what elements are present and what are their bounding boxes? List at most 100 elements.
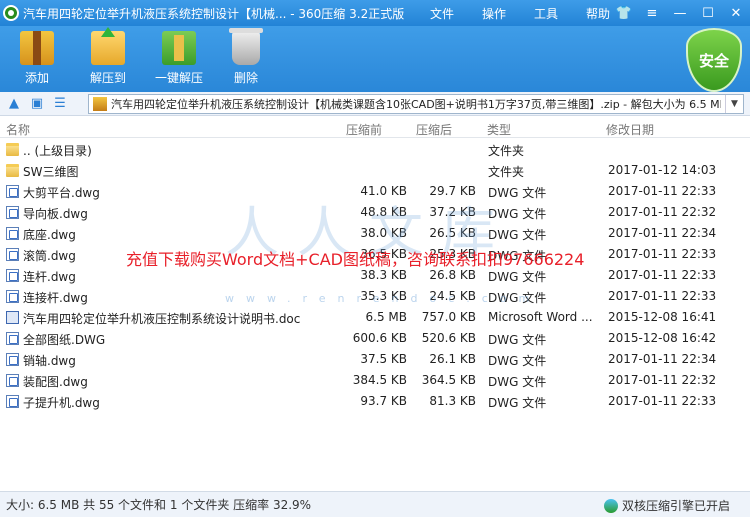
maximize-icon[interactable]: ☐ [694, 6, 722, 21]
path-field[interactable]: 汽车用四轮定位举升机液压系统控制设计【机械类课题含10张CAD图+说明书1万字3… [88, 94, 744, 114]
file-name: .. (上级目录) [23, 144, 92, 158]
extract-icon [91, 27, 125, 65]
file-name: 子提升机.dwg [23, 396, 100, 410]
file-row[interactable]: 装配图.dwg 384.5 KB 364.5 KB DWG 文件 2017-01-11 … [0, 370, 750, 391]
title-bar: 汽车用四轮定位举升机液压系统控制设计【机械... - 360压缩 3.2正式版 … [0, 0, 750, 26]
dwg-file-icon [6, 395, 19, 408]
dwg-file-icon [6, 248, 19, 261]
add-button[interactable]: 添加 [20, 31, 54, 86]
security-shield-icon[interactable]: 安全 [686, 28, 742, 92]
file-row[interactable]: 全部图纸.DWG 600.6 KB 520.6 KB DWG 文件 2015-12-08… [0, 328, 750, 349]
thumbnail-view-icon[interactable]: ▣ [28, 95, 46, 113]
column-size[interactable]: 压缩前 [346, 121, 382, 138]
extract-button[interactable]: 解压到 [90, 27, 127, 86]
file-name: 大剪平台.dwg [23, 186, 100, 200]
menu-file[interactable]: 文件 [430, 5, 454, 22]
dwg-file-icon [6, 353, 19, 366]
file-date: 2017-01-11 22:33 [608, 394, 717, 408]
watermark-url: www.renrendoc.com [225, 292, 542, 305]
engine-icon [603, 498, 618, 513]
file-name: 导向板.dwg [23, 207, 88, 221]
add-icon [20, 31, 54, 65]
menu-operate[interactable]: 操作 [482, 5, 506, 22]
file-date: 2017-01-11 22:32 [608, 373, 717, 387]
folder-icon [6, 143, 19, 156]
file-row[interactable]: .. (上级目录) 文件夹 [0, 139, 750, 160]
file-type: 文件夹 [488, 165, 525, 179]
file-name: 底座.dwg [23, 228, 76, 242]
file-compressed-size: 364.5 KB [421, 373, 476, 387]
file-row[interactable]: SW三维图 文件夹 2017-01-12 14:03 [0, 160, 750, 181]
skin-icon[interactable]: 👕 [610, 6, 638, 21]
security-label: 安全 [698, 51, 729, 70]
toolbar: 添加 解压到 一键解压 删除 安全 [0, 26, 750, 92]
up-arrow-icon[interactable]: ▲ [5, 95, 23, 113]
dwg-file-icon [6, 290, 19, 303]
address-bar: ▲ ▣ ☰ 汽车用四轮定位举升机液压系统控制设计【机械类课题含10张CAD图+说… [0, 92, 750, 116]
extract-label: 解压到 [90, 71, 127, 85]
menu-bar: 文件 操作 工具 帮助 [430, 5, 638, 22]
file-date: 2017-01-11 22:34 [608, 352, 717, 366]
minimize-icon[interactable]: — [666, 6, 694, 21]
engine-label: 双核压缩引擎已开启 [621, 499, 730, 513]
path-text: 汽车用四轮定位举升机液压系统控制设计【机械类课题含10张CAD图+说明书1万字3… [111, 98, 721, 111]
delete-button[interactable]: 删除 [229, 28, 263, 86]
file-date: 2017-01-11 22:33 [608, 289, 717, 303]
file-row[interactable]: 汽车用四轮定位举升机液压控制系统设计说明书.doc 6.5 MB 757.0 KB M… [0, 307, 750, 328]
app-logo-icon [3, 5, 19, 21]
dwg-file-icon [6, 269, 19, 282]
file-row[interactable]: 子提升机.dwg 93.7 KB 81.3 KB DWG 文件 2017-01-11 2… [0, 391, 750, 412]
file-type: DWG 文件 [488, 333, 547, 347]
delete-label: 删除 [233, 71, 258, 85]
column-modified[interactable]: 修改日期 [606, 121, 654, 138]
file-name: 装配图.dwg [23, 375, 88, 389]
file-name: 连杆.dwg [23, 270, 76, 284]
file-date: 2017-01-11 22:33 [608, 268, 717, 282]
file-compressed-size: 520.6 KB [421, 331, 476, 345]
file-date: 2017-01-11 22:32 [608, 205, 717, 219]
file-size: 600.6 KB [352, 331, 407, 345]
file-type: Microsoft Word ... [488, 310, 593, 324]
dwg-file-icon [6, 185, 19, 198]
file-size: 6.5 MB [365, 310, 407, 324]
trash-icon [229, 28, 263, 65]
file-size: 37.5 KB [360, 352, 407, 366]
column-compressed[interactable]: 压缩后 [416, 121, 452, 138]
file-row[interactable]: 销轴.dwg 37.5 KB 26.1 KB DWG 文件 2017-01-11 22:… [0, 349, 750, 370]
column-type[interactable]: 类型 [487, 121, 511, 138]
file-name: 连接杆.dwg [23, 291, 88, 305]
list-view-icon[interactable]: ☰ [51, 95, 69, 113]
folder-icon [6, 164, 19, 177]
file-name: 汽车用四轮定位举升机液压控制系统设计说明书.doc [23, 312, 301, 326]
menu-icon[interactable]: ≡ [638, 6, 666, 21]
dwg-file-icon [6, 206, 19, 219]
menu-help[interactable]: 帮助 [586, 5, 610, 22]
file-name: 销轴.dwg [23, 354, 76, 368]
file-type: DWG 文件 [488, 396, 547, 410]
archive-icon [93, 97, 107, 111]
watermark: 人人文库 www.renrendoc.com [225, 188, 529, 305]
one-click-extract-icon [162, 31, 196, 65]
file-type: DWG 文件 [488, 354, 547, 368]
file-size: 93.7 KB [360, 394, 407, 408]
file-compressed-size: 81.3 KB [429, 394, 476, 408]
chevron-down-icon[interactable]: ▼ [725, 95, 743, 113]
close-icon[interactable]: ✕ [722, 6, 750, 21]
file-date: 2015-12-08 16:42 [608, 331, 717, 345]
window-controls: 👕 ≡ — ☐ ✕ [610, 0, 750, 26]
add-label: 添加 [24, 71, 49, 85]
file-date: 2017-01-11 22:33 [608, 184, 717, 198]
file-size: 384.5 KB [352, 373, 407, 387]
menu-tools[interactable]: 工具 [534, 5, 558, 22]
file-compressed-size: 26.1 KB [429, 352, 476, 366]
column-name[interactable]: 名称 [6, 121, 30, 138]
file-type: 文件夹 [488, 144, 525, 158]
engine-status[interactable]: 双核压缩引擎已开启 [603, 497, 730, 514]
window-title: 汽车用四轮定位举升机液压系统控制设计【机械... - 360压缩 3.2正式版 [23, 6, 405, 21]
column-header: 名称 压缩前 压缩后 类型 修改日期 [0, 118, 750, 138]
word-doc-icon [6, 311, 19, 324]
one-click-extract-button[interactable]: 一键解压 [155, 31, 203, 86]
dwg-file-icon [6, 227, 19, 240]
file-date: 2017-01-11 22:33 [608, 247, 717, 261]
status-bar: 大小: 6.5 MB 共 55 个文件和 1 个文件夹 压缩率 32.9% 双核… [0, 491, 750, 517]
